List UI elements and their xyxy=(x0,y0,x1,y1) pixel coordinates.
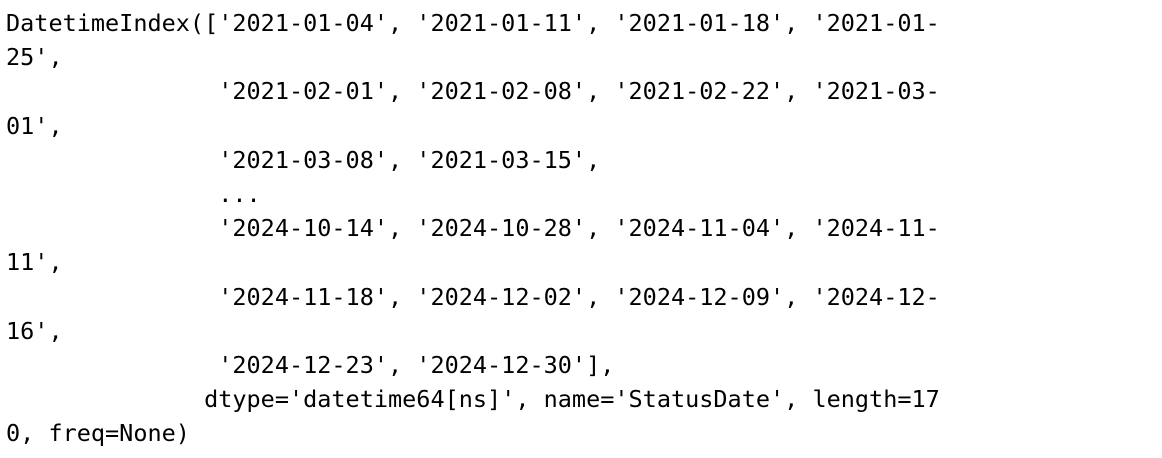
output-line: 11', xyxy=(6,248,63,277)
output-line: '2024-10-14', '2024-10-28', '2024-11-04'… xyxy=(6,214,940,243)
output-line: '2024-11-18', '2024-12-02', '2024-12-09'… xyxy=(6,282,940,311)
output-line: 01', xyxy=(6,111,63,140)
output-line: 0, freq=None) xyxy=(6,419,190,448)
output-line: dtype='datetime64[ns]', name='StatusDate… xyxy=(6,385,940,414)
output-line: '2021-02-01', '2021-02-08', '2021-02-22'… xyxy=(6,77,940,106)
output-line: '2021-03-08', '2021-03-15', xyxy=(6,145,601,174)
output-line: ... xyxy=(6,179,261,208)
output-line: DatetimeIndex(['2021-01-04', '2021-01-11… xyxy=(6,9,940,37)
code-output-block: DatetimeIndex(['2021-01-04', '2021-01-11… xyxy=(6,6,940,450)
output-line: '2024-12-23', '2024-12-30'], xyxy=(6,350,615,379)
output-line: 25', xyxy=(6,43,63,72)
output-line: 16', xyxy=(6,316,63,345)
